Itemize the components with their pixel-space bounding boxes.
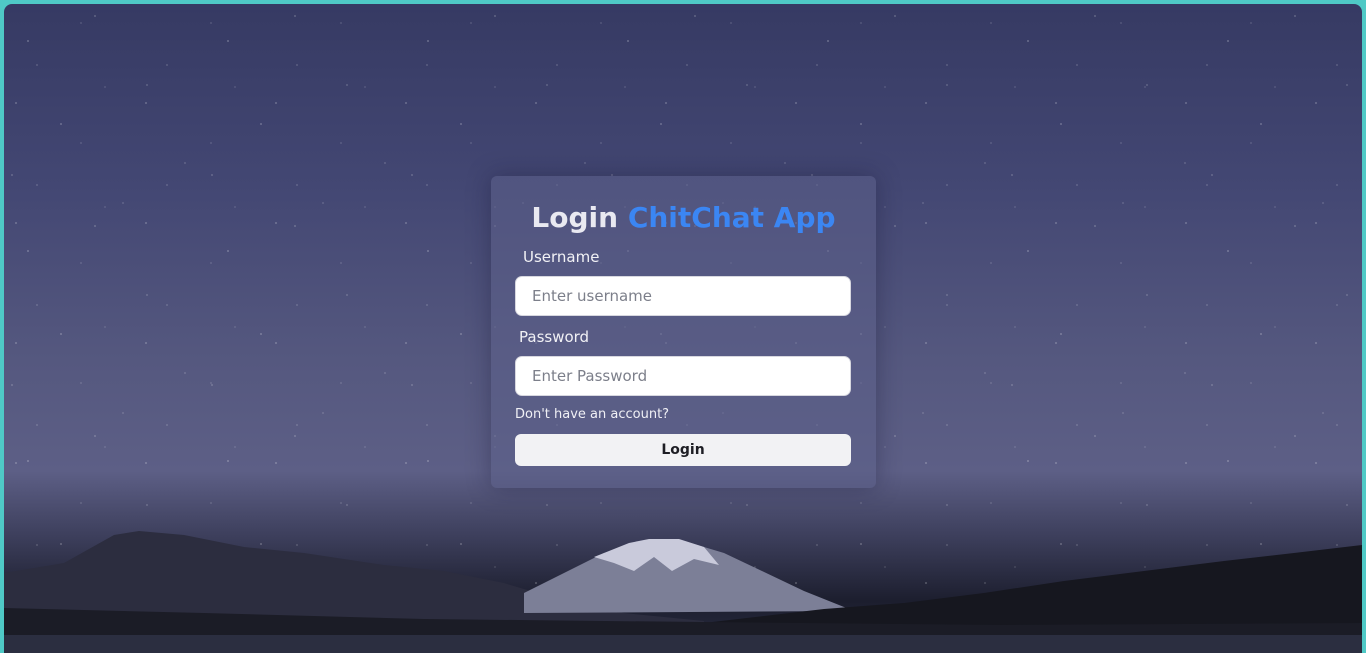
- username-input[interactable]: [515, 276, 851, 316]
- page-title: Login ChitChat App: [491, 200, 876, 236]
- username-label: Username: [523, 248, 600, 266]
- login-card: Login ChitChat App Username Password Don…: [491, 176, 876, 488]
- password-label: Password: [519, 328, 590, 346]
- app-window: Login ChitChat App Username Password Don…: [4, 4, 1362, 653]
- signup-link[interactable]: Don't have an account?: [515, 407, 669, 422]
- title-app-name: ChitChat App: [627, 201, 836, 234]
- login-button[interactable]: Login: [515, 434, 851, 466]
- password-input[interactable]: [515, 356, 851, 396]
- title-login-text: Login: [531, 201, 619, 234]
